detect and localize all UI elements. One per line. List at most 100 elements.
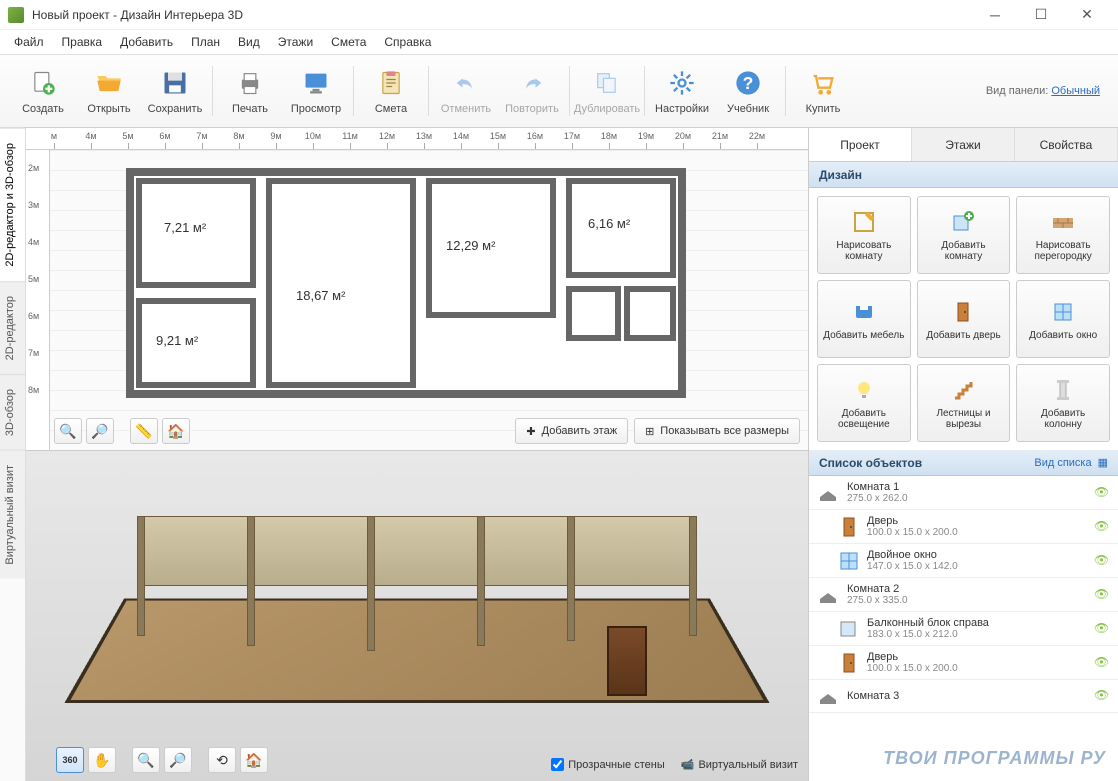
toolbar-redo-button: Повторить <box>499 59 565 123</box>
object-item[interactable]: Дверь100.0 x 15.0 x 200.0👁 <box>809 646 1118 680</box>
cart-icon <box>807 67 839 99</box>
toolbar-cart-button[interactable]: Купить <box>790 59 856 123</box>
toolbar-duplicate-button: Дублировать <box>574 59 640 123</box>
wall-icon <box>1049 208 1077 236</box>
view-3d[interactable]: 360 ✋ 🔍 🔎 ⟲ 🏠 Прозрачные стены 📹 Виртуал… <box>26 450 808 781</box>
rp-tab-Проект[interactable]: Проект <box>809 128 912 161</box>
menu-Справка[interactable]: Справка <box>376 32 439 52</box>
help-icon: ? <box>732 67 764 99</box>
toolbar-printer-button[interactable]: Печать <box>217 59 283 123</box>
floorplan[interactable]: 7,21 м² 18,67 м² 12,29 м² 6,16 м² 9,21 м… <box>126 168 686 398</box>
object-item[interactable]: Дверь100.0 x 15.0 x 200.0👁 <box>809 510 1118 544</box>
canvas-area: м4м5м6м7м8м9м10м11м12м13м14м15м16м17м18м… <box>26 128 808 781</box>
plan-toolbar: 🔍 🔎 📏 🏠 <box>54 418 190 444</box>
design-stairs-button[interactable]: Лестницы и вырезы <box>917 364 1011 442</box>
right-panel-tabs: ПроектЭтажиСвойства <box>809 128 1118 162</box>
toolbar-undo-button: Отменить <box>433 59 499 123</box>
plan-2d[interactable]: 2м3м4м5м6м7м8м 7,21 м² 18,67 м² 12,29 м²… <box>26 150 808 450</box>
add-room-icon <box>949 208 977 236</box>
close-button[interactable]: ✕ <box>1064 0 1110 30</box>
view-tab-2[interactable]: 3D-обзор <box>0 374 25 450</box>
view3d-toolbar: 360 ✋ 🔍 🔎 ⟲ 🏠 <box>56 747 268 773</box>
room-icon <box>817 584 839 606</box>
maximize-button[interactable]: ☐ <box>1018 0 1064 30</box>
zoom-out-3d-button[interactable]: 🔍 <box>132 747 160 773</box>
column-icon <box>1049 376 1077 404</box>
visibility-toggle[interactable]: 👁 <box>1094 621 1110 637</box>
menubar: ФайлПравкаДобавитьПланВидЭтажиСметаСправ… <box>0 30 1118 54</box>
room-label: 9,21 м² <box>156 333 198 348</box>
home-button[interactable]: 🏠 <box>162 418 190 444</box>
menu-Вид[interactable]: Вид <box>230 32 268 52</box>
menu-Файл[interactable]: Файл <box>6 32 52 52</box>
toolbar-folder-open-button[interactable]: Открыть <box>76 59 142 123</box>
transparent-walls-checkbox[interactable]: Прозрачные стены <box>551 758 664 771</box>
design-door-button[interactable]: Добавить дверь <box>917 280 1011 358</box>
show-dimensions-button[interactable]: ⊞ Показывать все размеры <box>634 418 800 444</box>
design-light-button[interactable]: Добавить освещение <box>817 364 911 442</box>
design-column-button[interactable]: Добавить колонну <box>1016 364 1110 442</box>
door-icon <box>837 516 859 538</box>
monitor-icon <box>300 67 332 99</box>
reset-view-button[interactable]: ⟲ <box>208 747 236 773</box>
add-floor-button[interactable]: ✚ Добавить этаж <box>515 418 628 444</box>
design-draw-room-button[interactable]: Нарисовать комнату <box>817 196 911 274</box>
redo-icon <box>516 67 548 99</box>
panel-mode-link[interactable]: Обычный <box>1051 85 1100 97</box>
visibility-toggle[interactable]: 👁 <box>1094 587 1110 603</box>
virtual-visit-button[interactable]: 📹 Виртуальный визит <box>681 758 798 771</box>
ruler-horizontal: м4м5м6м7м8м9м10м11м12м13м14м15м16м17м18м… <box>26 128 808 150</box>
toolbar-help-button[interactable]: ?Учебник <box>715 59 781 123</box>
rotate-360-button[interactable]: 360 <box>56 747 84 773</box>
dimensions-icon: ⊞ <box>645 425 654 438</box>
design-furniture-button[interactable]: Добавить мебель <box>817 280 911 358</box>
object-list: Комната 1275.0 x 262.0👁Дверь100.0 x 15.0… <box>809 476 1118 781</box>
design-tools: Нарисовать комнатуДобавить комнатуНарисо… <box>809 188 1118 450</box>
visibility-toggle[interactable]: 👁 <box>1094 485 1110 501</box>
titlebar: Новый проект - Дизайн Интерьера 3D ─ ☐ ✕ <box>0 0 1118 30</box>
view-tab-1[interactable]: 2D-редактор <box>0 281 25 374</box>
svg-text:?: ? <box>743 73 754 93</box>
menu-План[interactable]: План <box>183 32 228 52</box>
view-tab-0[interactable]: 2D-редактор и 3D-обзор <box>0 128 25 281</box>
minimize-button[interactable]: ─ <box>972 0 1018 30</box>
toolbar-monitor-button[interactable]: Просмотр <box>283 59 349 123</box>
undo-icon <box>450 67 482 99</box>
menu-Этажи[interactable]: Этажи <box>270 32 321 52</box>
object-item[interactable]: Балконный блок справа183.0 x 15.0 x 212.… <box>809 612 1118 646</box>
list-view-mode[interactable]: Вид списка ▦ <box>1034 456 1108 469</box>
toolbar-save-button[interactable]: Сохранить <box>142 59 208 123</box>
menu-Правка[interactable]: Правка <box>54 32 111 52</box>
menu-Добавить[interactable]: Добавить <box>112 32 181 52</box>
rp-tab-Свойства[interactable]: Свойства <box>1015 128 1118 161</box>
zoom-out-button[interactable]: 🔍 <box>54 418 82 444</box>
visibility-toggle[interactable]: 👁 <box>1094 519 1110 535</box>
object-item[interactable]: Комната 3👁 <box>809 680 1118 713</box>
home-3d-button[interactable]: 🏠 <box>240 747 268 773</box>
toolbar-gear-button[interactable]: Настройки <box>649 59 715 123</box>
toolbar-clipboard-button[interactable]: Смета <box>358 59 424 123</box>
design-wall-button[interactable]: Нарисовать перегородку <box>1016 196 1110 274</box>
visibility-toggle[interactable]: 👁 <box>1094 655 1110 671</box>
visibility-toggle[interactable]: 👁 <box>1094 688 1110 704</box>
plan-actions: ✚ Добавить этаж ⊞ Показывать все размеры <box>515 418 800 444</box>
printer-icon <box>234 67 266 99</box>
pan-button[interactable]: ✋ <box>88 747 116 773</box>
zoom-in-button[interactable]: 🔎 <box>86 418 114 444</box>
zoom-in-3d-button[interactable]: 🔎 <box>164 747 192 773</box>
right-panel: ПроектЭтажиСвойства Дизайн Нарисовать ко… <box>808 128 1118 781</box>
door-icon <box>837 652 859 674</box>
object-item[interactable]: Комната 1275.0 x 262.0👁 <box>809 476 1118 510</box>
measure-button[interactable]: 📏 <box>130 418 158 444</box>
view-tab-3[interactable]: Виртуальный визит <box>0 450 25 579</box>
rp-tab-Этажи[interactable]: Этажи <box>912 128 1015 161</box>
design-add-room-button[interactable]: Добавить комнату <box>917 196 1011 274</box>
object-item[interactable]: Комната 2275.0 x 335.0👁 <box>809 578 1118 612</box>
toolbar-file-new-button[interactable]: Создать <box>10 59 76 123</box>
view3d-options: Прозрачные стены 📹 Виртуальный визит <box>551 758 798 771</box>
window-icon <box>1049 298 1077 326</box>
visibility-toggle[interactable]: 👁 <box>1094 553 1110 569</box>
design-window-button[interactable]: Добавить окно <box>1016 280 1110 358</box>
menu-Смета[interactable]: Смета <box>323 32 374 52</box>
object-item[interactable]: Двойное окно147.0 x 15.0 x 142.0👁 <box>809 544 1118 578</box>
